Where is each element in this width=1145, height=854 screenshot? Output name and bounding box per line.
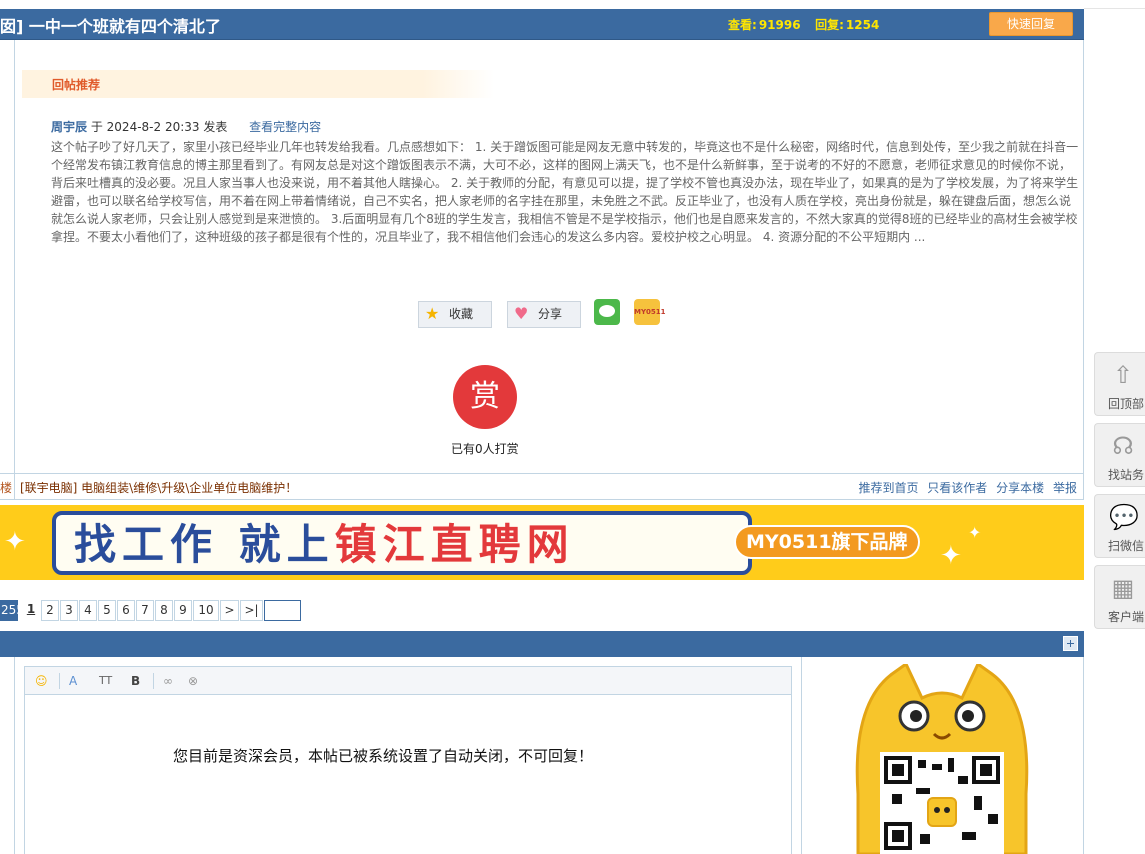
recommend-home-link[interactable]: 推荐到首页 (858, 481, 918, 495)
reply-time: 于 2024-8-2 20:33 发表 (90, 120, 228, 134)
footer-divider (14, 474, 15, 500)
page-7[interactable]: 7 (136, 600, 154, 621)
banner-slogan-b: 镇江直聘网 (334, 520, 575, 569)
page-6[interactable]: 6 (117, 600, 135, 621)
heart-icon: ♥ (514, 304, 529, 323)
thread-stats: 查看: 91996 回复: 1254 (728, 16, 881, 33)
mascot-qrcode-image (855, 664, 1029, 854)
banner-brand: MY0511旗下品牌 (734, 525, 920, 559)
contact-staff-label: 找站务 (1108, 468, 1145, 482)
font-size-button[interactable]: TT (99, 672, 112, 690)
favorite-label: 收藏 (449, 307, 474, 321)
headset-icon: ☊ (1112, 432, 1134, 460)
job-ad-banner[interactable]: ✦ ✦ ✦ 找工作 就上镇江直聘网 MY0511旗下品牌 (0, 505, 1084, 580)
page-total: 255 (0, 600, 24, 621)
client-app-button[interactable]: ▦ 客户端 (1094, 565, 1145, 629)
back-to-top-button[interactable]: ⇧ 回顶部 (1094, 352, 1145, 416)
views-label: 查看: (728, 18, 757, 32)
sparkle-icon: ✦ (4, 527, 26, 557)
next-page-button[interactable]: > (220, 600, 239, 621)
page-8[interactable]: 8 (155, 600, 173, 621)
replies-count: 1254 (845, 18, 880, 32)
floor-label: 楼 (0, 481, 13, 495)
recommend-banner: 回帖推荐 (22, 70, 494, 98)
page-jump-input[interactable] (264, 600, 301, 621)
page-2[interactable]: 2 (41, 600, 59, 621)
only-author-link[interactable]: 只看该作者 (927, 481, 987, 495)
sparkle-icon: ✦ (968, 523, 982, 542)
page-10[interactable]: 10 (193, 600, 219, 621)
last-page-button[interactable]: >| (240, 600, 263, 621)
scan-wechat-label: 扫微信 (1108, 539, 1145, 553)
post-footer-row: 楼 [联宇电脑] 电脑组装\维修\升级\企业单位电脑维护！ 推荐到首页 只看该作… (0, 473, 1084, 500)
reply-author-link[interactable]: 周宇辰 (51, 120, 87, 134)
reply-meta: 周宇辰 于 2024-8-2 20:33 发表 查看完整内容 (51, 118, 321, 135)
reply-closed-message: 您目前是资深会员，本帖已被系统设置了自动关闭，不可回复！ (173, 747, 594, 765)
top-divider (1084, 8, 1145, 9)
reward-count: 已有0人打赏 (451, 442, 519, 456)
page-3[interactable]: 3 (60, 600, 78, 621)
reply-header (0, 631, 1084, 657)
post-frame (0, 40, 1084, 473)
banner-slogan-box: 找工作 就上镇江直聘网 (52, 511, 752, 575)
qrcode-icon: ▦ (1111, 574, 1135, 602)
banner-slogan: 找工作 就上镇江直聘网 (74, 521, 575, 569)
contact-staff-button[interactable]: ☊ 找站务 (1094, 423, 1145, 487)
sparkle-icon: ✦ (940, 541, 962, 571)
myo-share-icon[interactable]: MY0511 (634, 299, 666, 325)
reply-editor: ☺ A TT B ∞ ⊗ 您目前是资深会员，本帖已被系统设置了自动关闭，不可回复… (24, 666, 792, 854)
arrow-up-icon: ⇧ (1112, 361, 1134, 389)
reward-button[interactable]: 赏 (453, 365, 517, 429)
recommend-title: 回帖推荐 (52, 78, 101, 92)
scan-wechat-button[interactable]: 💬 扫微信 (1094, 494, 1145, 558)
share-label: 分享 (538, 307, 563, 321)
post-ops: 推荐到首页 只看该作者 分享本楼 举报 (853, 479, 1077, 496)
wechat-icon: 💬 (1109, 503, 1139, 531)
favorite-button[interactable]: ★ 收藏 (418, 301, 492, 328)
wechat-share-icon[interactable] (594, 299, 620, 325)
thread-title[interactable]: 囡] 一中一个班就有四个清北了 (0, 13, 221, 37)
unlink-icon[interactable]: ⊗ (188, 672, 198, 690)
thread-header: 囡] 一中一个班就有四个清北了 查看: 91996 回复: 1254 快速回复 (0, 9, 1084, 40)
bold-button[interactable]: B (131, 672, 140, 690)
reply-text: 这个帖子吵了好几天了，家里小孩已经毕业几年也转发给我看。几点感想如下： 1. 关… (51, 140, 1079, 244)
right-col-border (801, 657, 802, 854)
replies-label: 回复: (815, 18, 844, 32)
toolbar-separator (153, 673, 154, 689)
share-button[interactable]: ♥ 分享 (507, 301, 581, 328)
text-ad-link[interactable]: [联宇电脑] 电脑组装\维修\升级\企业单位电脑维护！ (20, 479, 297, 496)
banner-slogan-a: 找工作 就上 (74, 520, 335, 569)
share-floor-link[interactable]: 分享本楼 (996, 481, 1044, 495)
reply-left-border (14, 657, 15, 854)
toolbar-separator (59, 673, 60, 689)
right-col-border (1083, 657, 1084, 854)
editor-toolbar: ☺ A TT B ∞ ⊗ (25, 667, 791, 695)
client-app-label: 客户端 (1108, 610, 1145, 624)
view-full-link[interactable]: 查看完整内容 (249, 120, 321, 134)
star-icon: ★ (425, 304, 440, 323)
quick-reply-button[interactable]: 快速回复 (989, 12, 1073, 36)
page-4[interactable]: 4 (79, 600, 97, 621)
report-link[interactable]: 举报 (1053, 481, 1077, 495)
page-9[interactable]: 9 (174, 600, 192, 621)
views-count: 91996 (758, 18, 801, 32)
smiley-icon[interactable]: ☺ (35, 672, 48, 690)
link-icon[interactable]: ∞ (163, 672, 173, 690)
page-5[interactable]: 5 (98, 600, 116, 621)
back-to-top-label: 回顶部 (1108, 397, 1145, 411)
collapse-icon[interactable] (1063, 636, 1078, 651)
font-color-button[interactable]: A (69, 672, 77, 690)
post-left-border (14, 40, 15, 473)
page-1[interactable]: 1 (22, 600, 40, 621)
